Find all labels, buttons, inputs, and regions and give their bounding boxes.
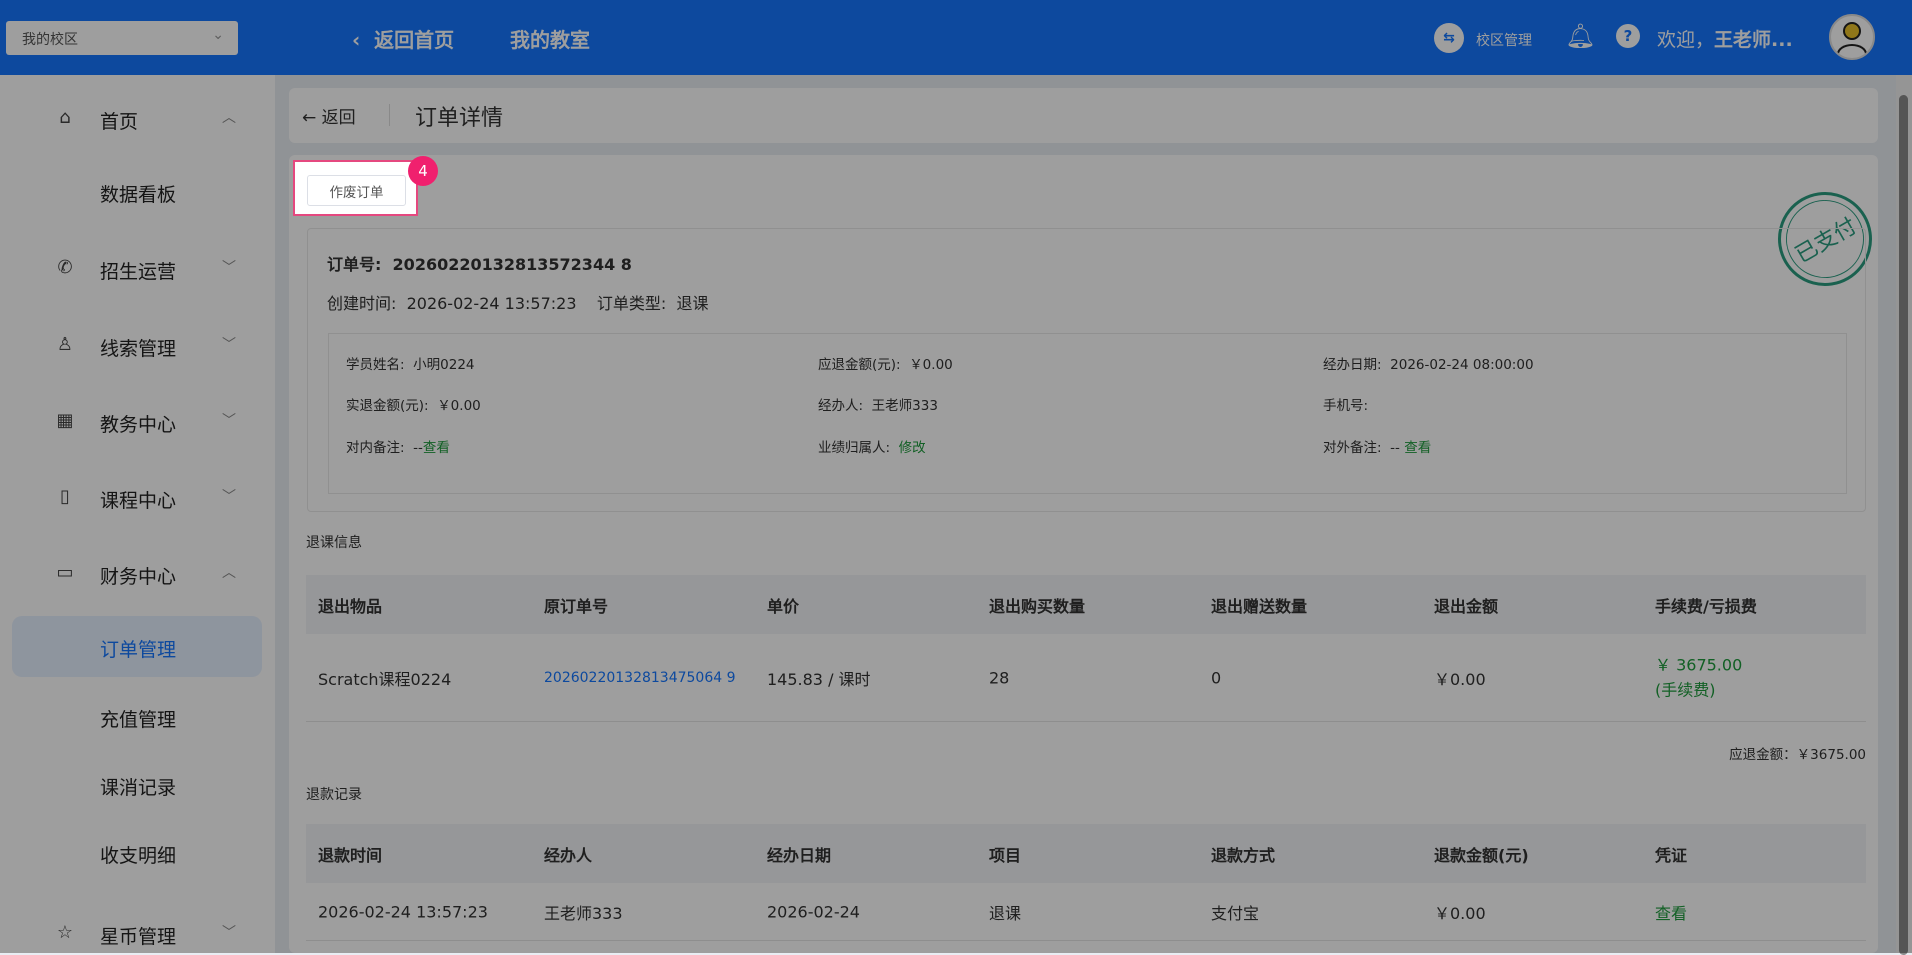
step-badge: 4 [408,156,438,186]
void-order-highlight: 作废订单 [293,160,418,216]
void-order-button[interactable]: 作废订单 [307,175,406,206]
guide-overlay [0,0,1912,953]
